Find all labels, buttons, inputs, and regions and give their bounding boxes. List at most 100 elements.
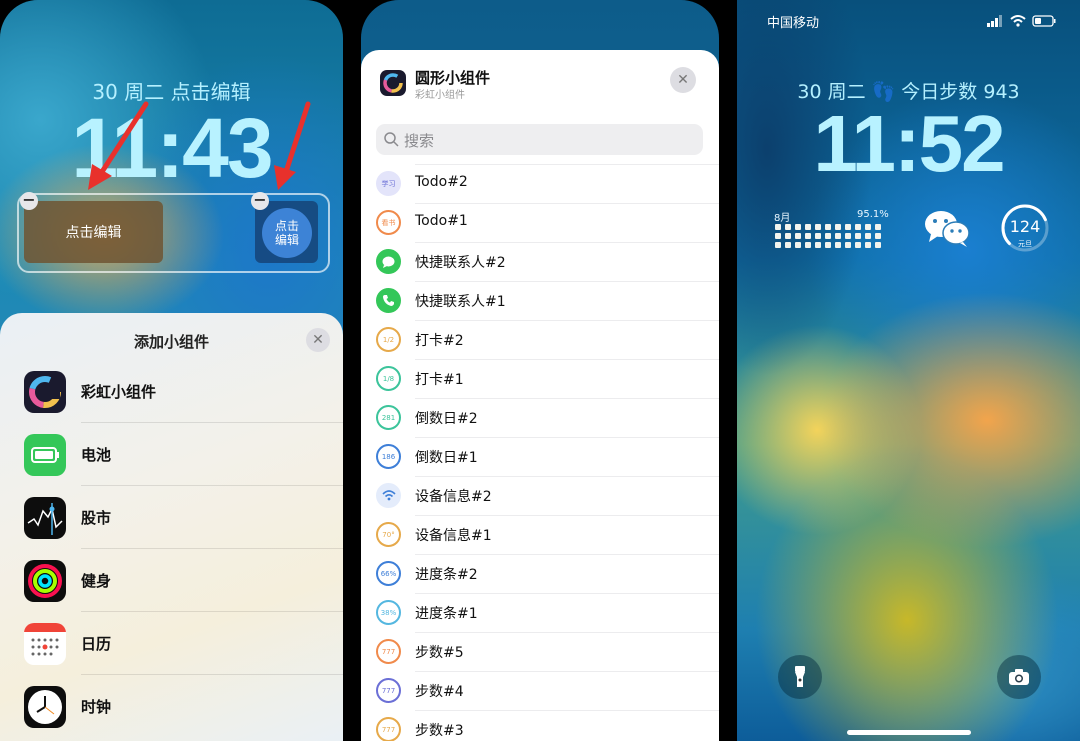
separator	[415, 710, 719, 711]
close-sheet-button[interactable]: ✕	[306, 328, 330, 352]
separator	[415, 320, 719, 321]
carrier-label: 中国移动	[767, 16, 820, 31]
progress-dot	[775, 233, 781, 239]
widget-list-item[interactable]: 186 倒数日#1	[361, 437, 719, 476]
progress-dot	[855, 233, 861, 239]
lock-time: 11:52	[813, 99, 1005, 188]
widget-list-item[interactable]: 看书 Todo#1	[361, 203, 719, 242]
widget-preview-text: 学习	[381, 179, 396, 188]
progress-dot	[875, 242, 881, 248]
progress-dot	[875, 224, 881, 230]
widget-list-label: 倒数日#2	[415, 411, 478, 427]
app-label: 股市	[81, 509, 112, 527]
widget-preview-icon: 38%	[376, 600, 401, 625]
widget-list-item[interactable]: 快捷联系人#1	[361, 281, 719, 320]
separator	[415, 359, 719, 360]
wifi-icon	[1010, 15, 1026, 27]
widget-list-item[interactable]: 70° 设备信息#1	[361, 515, 719, 554]
app-item-stocks[interactable]: 股市	[0, 487, 343, 549]
stocks-icon	[24, 497, 66, 539]
add-widget-sheet: 添加小组件 ✕ 彩虹小组件 电池 股市 健身 日历 时钟	[0, 313, 343, 741]
app-item-rainbow-widget[interactable]: 彩虹小组件	[0, 361, 343, 423]
flashlight-icon	[795, 666, 805, 687]
widget-preview-icon: 1/2	[376, 327, 401, 352]
sheet-title: 圆形小组件	[415, 69, 491, 87]
progress-dot	[855, 242, 861, 248]
widget-list-label: 倒数日#1	[415, 450, 478, 466]
signal-icon	[987, 15, 1002, 27]
circle-widget[interactable]: 点击 编辑	[262, 208, 312, 258]
widget-list-item[interactable]: 1/8 打卡#1	[361, 359, 719, 398]
calendar-icon	[24, 623, 66, 665]
separator	[81, 548, 343, 549]
app-item-fitness[interactable]: 健身	[0, 550, 343, 612]
app-item-clock[interactable]: 时钟	[0, 676, 343, 738]
widget-list-item[interactable]: 设备信息#2	[361, 476, 719, 515]
app-label: 时钟	[81, 698, 112, 716]
widget-preview-icon	[376, 483, 401, 508]
status-icons	[987, 15, 1056, 27]
widget-list-item[interactable]: 快捷联系人#2	[361, 242, 719, 281]
close-sheet-button[interactable]: ✕	[670, 67, 696, 93]
widget-preview-icon: 777	[376, 678, 401, 703]
widget-list-label: 设备信息#1	[415, 528, 492, 544]
separator	[81, 674, 343, 675]
progress-dot	[795, 224, 801, 230]
widget-preview-icon: 186	[376, 444, 401, 469]
separator	[415, 671, 719, 672]
flashlight-button[interactable]	[778, 655, 822, 699]
widget-list-item[interactable]: 281 倒数日#2	[361, 398, 719, 437]
app-item-calendar[interactable]: 日历	[0, 613, 343, 675]
widget-preview-icon: 1/8	[376, 366, 401, 391]
widget-list-label: 设备信息#2	[415, 489, 492, 505]
widget-list-label: 步数#5	[415, 645, 464, 661]
red-arrow-icon	[88, 101, 149, 190]
sheet-subtitle: 彩虹小组件	[415, 90, 465, 101]
home-indicator[interactable]	[847, 730, 971, 735]
widget-preview-text: 777	[381, 647, 396, 656]
sheet-title: 添加小组件	[133, 333, 209, 351]
widget-list-label: Todo#2	[415, 174, 468, 190]
widget-list-label: 打卡#1	[415, 372, 464, 388]
widget-list-item[interactable]: 38% 进度条#1	[361, 593, 719, 632]
app-item-battery[interactable]: 电池	[0, 424, 343, 486]
widget-list-label: 进度条#2	[415, 567, 478, 583]
progress-dot	[835, 224, 841, 230]
widget-list-label: 进度条#1	[415, 606, 478, 622]
app-label: 电池	[81, 446, 112, 464]
wechat-icon[interactable]	[923, 208, 973, 248]
month-progress-dots[interactable]	[775, 224, 890, 248]
progress-dot	[785, 242, 791, 248]
clock-icon	[24, 686, 66, 728]
rect-widget-slot[interactable]: 点击编辑	[24, 201, 163, 263]
battery-icon	[24, 434, 66, 476]
widget-preview-icon: 281	[376, 405, 401, 430]
widget-preview-icon: 70°	[376, 522, 401, 547]
widget-list-label: Todo#1	[415, 213, 468, 229]
separator	[81, 611, 343, 612]
widget-list-item[interactable]: 66% 进度条#2	[361, 554, 719, 593]
progress-dot	[845, 242, 851, 248]
camera-button[interactable]	[997, 655, 1041, 699]
message-icon	[382, 256, 395, 268]
widget-preview-text: 777	[381, 686, 396, 695]
widget-preview-text: 看书	[381, 218, 396, 227]
widget-list-item[interactable]: 777 步数#3	[361, 710, 719, 741]
app-label: 日历	[81, 635, 112, 653]
separator	[415, 554, 719, 555]
widget-preview-text: 1/2	[382, 335, 395, 344]
widget-preview-icon: 66%	[376, 561, 401, 586]
widget-list-item[interactable]: 777 步数#4	[361, 671, 719, 710]
widget-list-item[interactable]: 学习 Todo#2	[361, 164, 719, 203]
search-placeholder: 搜索	[404, 132, 435, 150]
progress-dot	[825, 224, 831, 230]
progress-dot	[865, 224, 871, 230]
widget-list-item[interactable]: 777 步数#5	[361, 632, 719, 671]
search-input[interactable]: 搜索	[376, 124, 703, 155]
widget-list-label: 快捷联系人#1	[415, 294, 506, 310]
remove-widget-button[interactable]: −	[251, 192, 269, 210]
remove-widget-button[interactable]: −	[20, 192, 38, 210]
widget-list-item[interactable]: 1/2 打卡#2	[361, 320, 719, 359]
widget-preview-text: 38%	[380, 608, 397, 617]
progress-dot	[775, 224, 781, 230]
